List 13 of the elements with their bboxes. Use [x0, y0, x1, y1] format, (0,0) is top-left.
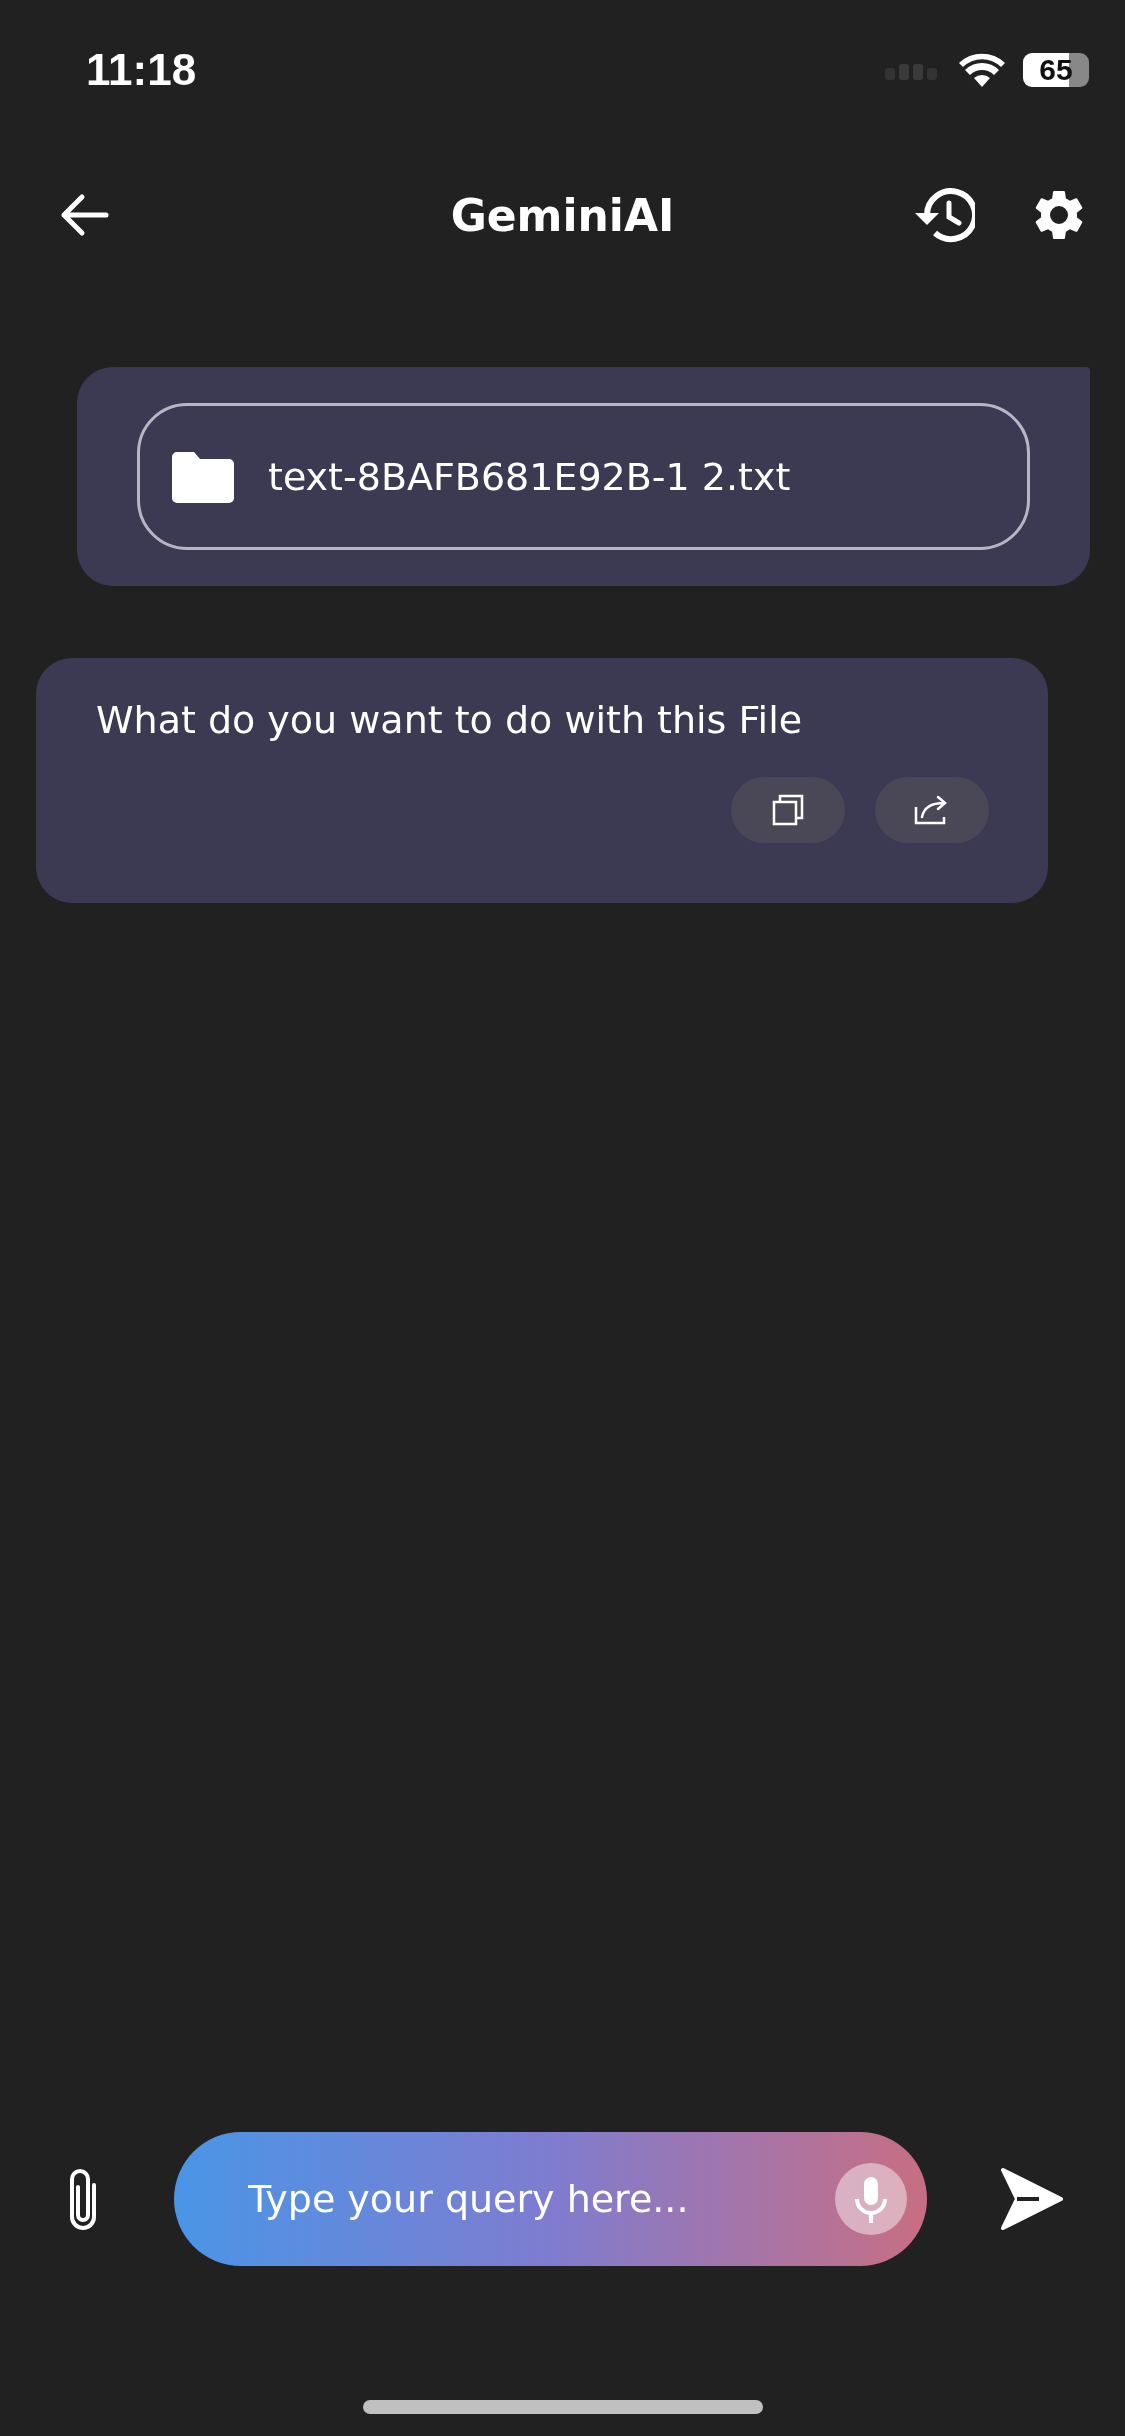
query-input-field[interactable]: Type your query here... [246, 2176, 835, 2222]
app-title: GeminiAI [450, 189, 675, 241]
file-name: text-8BAFB681E92B-1 2.txt [268, 454, 791, 499]
wifi-icon [959, 53, 1005, 87]
microphone-icon[interactable] [835, 2163, 907, 2235]
folder-icon [172, 450, 234, 503]
status-time: 11:18 [86, 45, 197, 95]
copy-icon [772, 794, 804, 827]
send-icon[interactable] [999, 2166, 1065, 2232]
query-input-bar[interactable]: Type your query here... [174, 2132, 927, 2266]
message-text: What do you want to do with this File [96, 697, 804, 744]
battery-icon: 65 [1023, 53, 1089, 87]
file-attachment[interactable]: text-8BAFB681E92B-1 2.txt [137, 403, 1030, 550]
